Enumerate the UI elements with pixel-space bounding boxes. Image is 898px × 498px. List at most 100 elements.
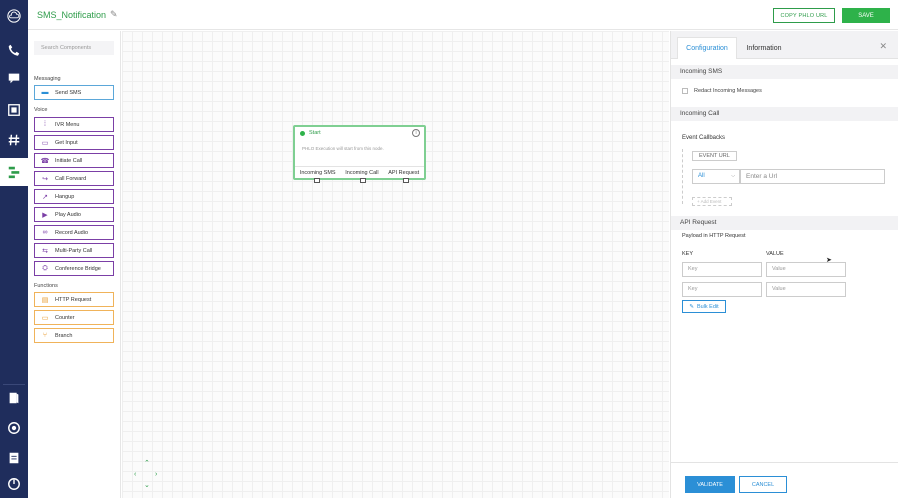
phlo-icon[interactable] (0, 158, 28, 186)
support-icon[interactable] (0, 414, 28, 442)
status-dot-icon (300, 130, 305, 136)
play-icon: ▶ (42, 211, 48, 219)
start-node-ports: Incoming SMS Incoming Call API Request (295, 166, 424, 183)
component-label: Multi-Party Call (55, 247, 93, 254)
component-send-sms[interactable]: ▬ Send SMS (34, 85, 114, 100)
tab-configuration[interactable]: Configuration (677, 37, 737, 59)
section-label-voice: Voice (34, 107, 48, 113)
section-label-functions: Functions (34, 283, 58, 289)
port-api-request[interactable]: API Request (388, 170, 419, 176)
phone-icon[interactable] (0, 36, 28, 64)
component-conference-bridge[interactable]: ⛭ Conference Bridge (34, 261, 114, 276)
component-initiate-call[interactable]: ☎ Initiate Call (34, 153, 114, 168)
redact-messages-row: Redact Incoming Messages (682, 88, 762, 94)
component-http-request[interactable]: ▤ HTTP Request (34, 292, 114, 307)
component-label: Conference Bridge (55, 265, 101, 272)
section-label-messaging: Messaging (34, 76, 61, 82)
method-select-value: All (698, 173, 705, 179)
api-request-header: API Request (671, 216, 898, 230)
pan-left-icon[interactable]: ‹ (134, 471, 136, 478)
cancel-button[interactable]: CANCEL (739, 476, 787, 493)
component-label: Branch (55, 332, 73, 339)
add-event-button[interactable]: + Add Event (692, 197, 732, 206)
phlo-title-text[interactable]: SMS_Notification (37, 10, 106, 20)
pan-right-icon[interactable]: › (155, 471, 157, 478)
billing-icon[interactable] (0, 444, 28, 472)
component-label: HTTP Request (55, 296, 92, 303)
copy-phlo-url-button[interactable]: COPY PHLO URL (773, 8, 835, 23)
book-icon[interactable] (0, 384, 28, 412)
component-ivr-menu[interactable]: ⁞ IVR Menu (34, 117, 114, 132)
configuration-panel: Configuration Information ✕ Incoming SMS… (670, 31, 898, 498)
mouse-cursor-icon: ➤ (826, 257, 832, 264)
search-components-input[interactable]: Search Components (34, 41, 114, 55)
port-incoming-call[interactable]: Incoming Call (345, 170, 378, 176)
start-node[interactable]: Start i PHLO Execution will start from t… (293, 125, 426, 183)
pencil-icon: ✎ (689, 303, 694, 310)
value-input[interactable]: Value (766, 262, 846, 277)
port-handle-api-request[interactable] (403, 178, 409, 183)
bulk-edit-label: Bulk Edit (696, 303, 719, 310)
tab-information[interactable]: Information (737, 37, 791, 59)
close-icon[interactable]: ✕ (879, 41, 887, 52)
phlo-title: SMS_Notification ✎ (37, 9, 118, 20)
key-input[interactable]: Key (682, 282, 762, 297)
pan-control[interactable]: ⌃ ‹ › ⌄ (134, 459, 160, 489)
event-url-input[interactable]: Enter a Url (740, 169, 885, 184)
redact-messages-label: Redact Incoming Messages (694, 88, 762, 94)
component-hangup[interactable]: ↗ Hangup (34, 189, 114, 204)
panel-footer: VALIDATE CANCEL (671, 462, 898, 498)
port-handle-incoming-sms[interactable] (314, 178, 320, 183)
component-counter[interactable]: ▭ Counter (34, 310, 114, 325)
multiparty-icon: ⇆ (42, 247, 48, 255)
component-record-audio[interactable]: ∞ Record Audio (34, 225, 114, 240)
component-label: Record Audio (55, 229, 89, 236)
incoming-call-header: Incoming Call (671, 107, 898, 121)
pan-down-icon[interactable]: ⌄ (144, 481, 150, 489)
info-icon[interactable]: i (412, 129, 420, 137)
input-icon: ▭ (41, 139, 49, 147)
validate-button[interactable]: VALIDATE (685, 476, 735, 493)
port-incoming-sms[interactable]: Incoming SMS (300, 170, 336, 176)
key-column-header: KEY (682, 251, 694, 257)
method-select[interactable]: All ⌵ (692, 169, 740, 184)
component-get-input[interactable]: ▭ Get Input (34, 135, 114, 150)
component-play-audio[interactable]: ▶ Play Audio (34, 207, 114, 222)
component-label: Call Forward (55, 175, 87, 182)
component-multi-party-call[interactable]: ⇆ Multi-Party Call (34, 243, 114, 258)
media-icon[interactable] (0, 96, 28, 124)
pencil-icon[interactable]: ✎ (110, 9, 118, 20)
component-call-forward[interactable]: ↪ Call Forward (34, 171, 114, 186)
branch-icon: ⑂ (42, 332, 48, 339)
top-bar: SMS_Notification ✎ COPY PHLO URL SAVE (28, 0, 898, 30)
start-node-header: Start i (295, 127, 424, 139)
component-branch[interactable]: ⑂ Branch (34, 328, 114, 343)
start-node-title: Start (309, 130, 321, 136)
forward-icon: ↪ (42, 175, 48, 183)
value-input[interactable]: Value (766, 282, 846, 297)
component-label: Initiate Call (55, 157, 83, 164)
component-label: Get Input (55, 139, 78, 146)
phlo-canvas[interactable]: Start i PHLO Execution will start from t… (122, 31, 669, 498)
component-label: IVR Menu (55, 121, 80, 128)
conference-icon: ⛭ (42, 264, 48, 272)
record-icon: ∞ (42, 229, 48, 236)
component-label: Hangup (55, 193, 75, 200)
bulk-edit-button[interactable]: ✎ Bulk Edit (682, 300, 726, 313)
pan-up-icon[interactable]: ⌃ (144, 459, 150, 467)
chat-icon: ▬ (41, 89, 49, 96)
payload-label: Payload in HTTP Request (682, 233, 746, 239)
save-button[interactable]: SAVE (842, 8, 890, 23)
event-callbacks-label: Event Callbacks (682, 135, 726, 141)
port-handle-incoming-call[interactable] (360, 178, 366, 183)
hash-icon[interactable] (0, 126, 28, 154)
keypad-icon: ⁞ (44, 121, 46, 128)
logout-icon[interactable] (0, 470, 28, 498)
http-icon: ▤ (41, 296, 49, 304)
redact-messages-checkbox[interactable] (682, 88, 688, 94)
cloud-icon[interactable] (0, 2, 28, 30)
start-node-description: PHLO Execution will start from this node… (302, 146, 384, 151)
key-input[interactable]: Key (682, 262, 762, 277)
messages-icon[interactable] (0, 64, 28, 92)
panel-tabs: Configuration Information ✕ (671, 31, 898, 59)
